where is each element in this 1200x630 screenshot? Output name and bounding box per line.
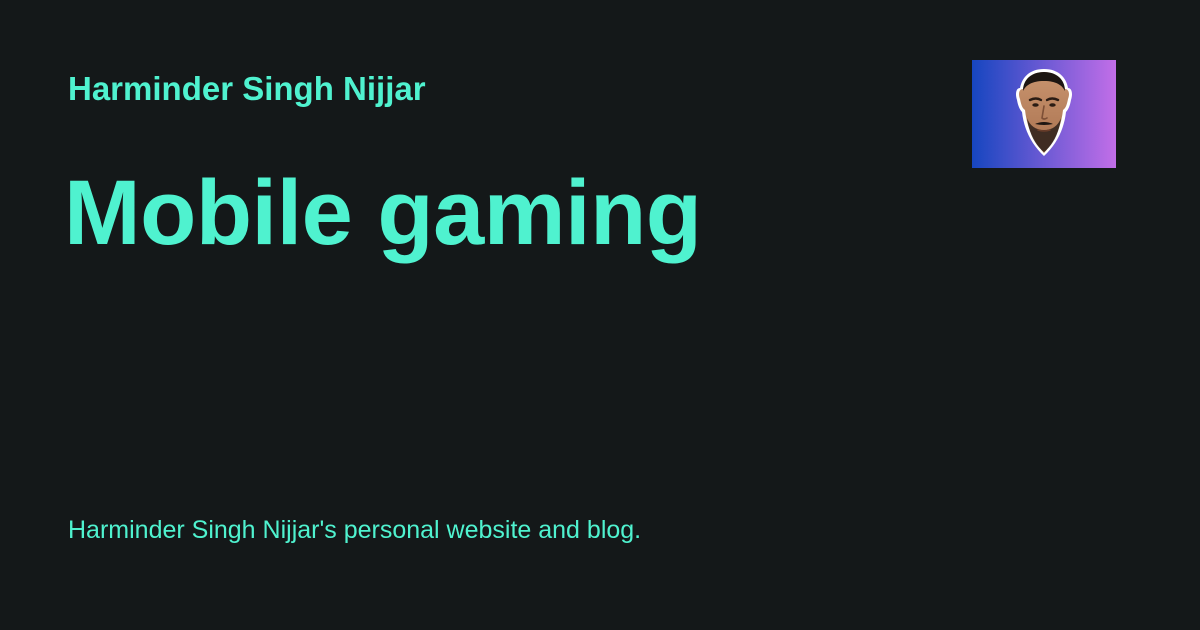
- avatar: [972, 60, 1116, 168]
- post-title: Mobile gaming: [64, 162, 702, 264]
- face-portrait-icon: [972, 60, 1116, 168]
- site-name: Harminder Singh Nijjar: [68, 70, 426, 107]
- social-card: Harminder Singh Nijjar Mobile gaming Har…: [0, 0, 1200, 630]
- site-description: Harminder Singh Nijjar's personal websit…: [68, 516, 642, 544]
